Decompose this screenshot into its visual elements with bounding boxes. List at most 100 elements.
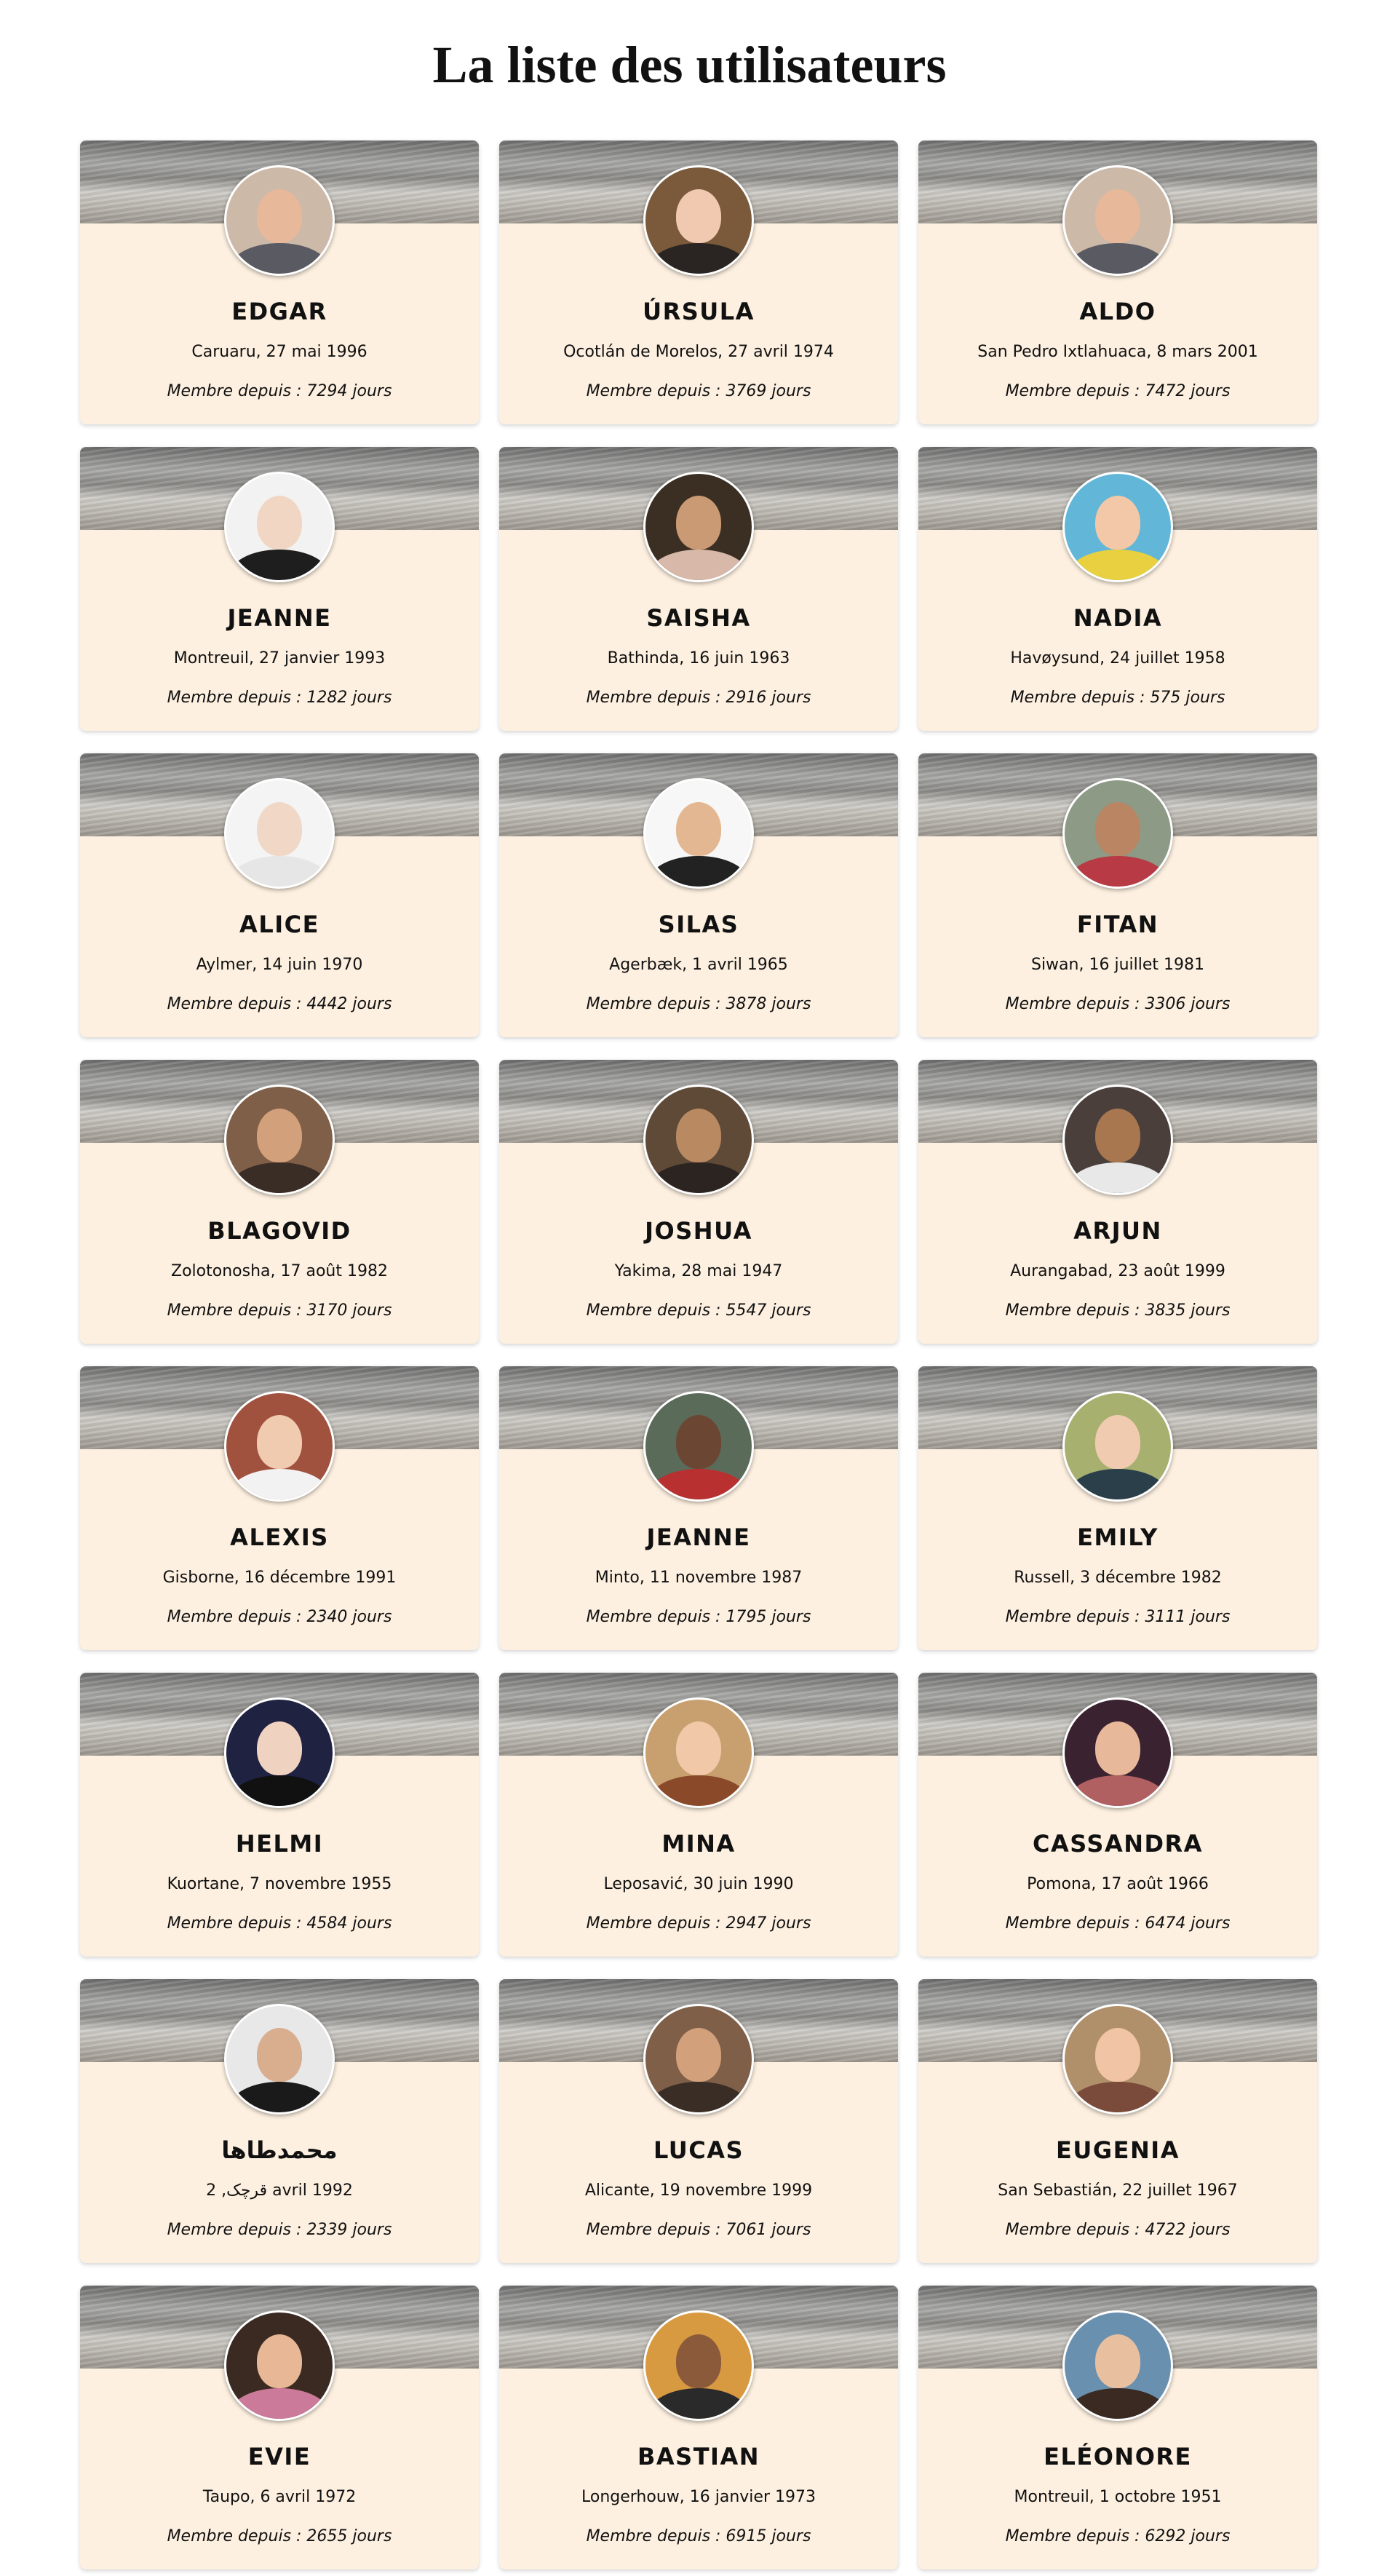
user-name: ARJUN: [1073, 1217, 1162, 1245]
user-birthplace-date: Havøysund, 24 juillet 1958: [1010, 649, 1225, 667]
user-avatar: [643, 1391, 754, 1502]
user-card[interactable]: ELÉONORE Montreuil, 1 octobre 1951 Membr…: [918, 2286, 1317, 2569]
user-birthplace-date: Zolotonosha, 17 août 1982: [171, 1262, 388, 1280]
user-birthplace-date: Bathinda, 16 juin 1963: [607, 649, 790, 667]
user-avatar: [1062, 1391, 1173, 1502]
user-name: HELMI: [235, 1830, 324, 1858]
avatar-head: [1095, 189, 1140, 243]
avatar-head: [676, 802, 721, 856]
user-avatar: [643, 778, 754, 889]
avatar-shoulders: [1068, 1162, 1167, 1193]
avatar-shoulders: [649, 1469, 748, 1499]
user-member-since: Membre depuis : 7472 jours: [1005, 382, 1231, 400]
user-member-since: Membre depuis : 7294 jours: [167, 382, 392, 400]
avatar-head: [257, 1721, 302, 1775]
avatar-head: [676, 1109, 721, 1162]
user-card[interactable]: EMILY Russell, 3 décembre 1982 Membre de…: [918, 1366, 1317, 1650]
user-card[interactable]: BASTIAN Longerhouw, 16 janvier 1973 Memb…: [499, 2286, 898, 2569]
avatar-shoulders: [230, 2388, 329, 2419]
user-name: ALDO: [1079, 298, 1156, 325]
user-member-since: Membre depuis : 5547 jours: [586, 1301, 811, 1320]
user-card[interactable]: محمدطاها قرچک, 2 avril 1992 Membre depui…: [80, 1979, 479, 2263]
avatar-head: [257, 2334, 302, 2388]
user-name: JOSHUA: [645, 1217, 752, 1245]
user-avatar: [643, 2004, 754, 2115]
user-card[interactable]: JEANNE Minto, 11 novembre 1987 Membre de…: [499, 1366, 898, 1650]
user-name: محمدطاها: [221, 2136, 338, 2164]
user-member-since: Membre depuis : 1795 jours: [586, 1608, 811, 1626]
user-birthplace-date: Montreuil, 1 octobre 1951: [1014, 2488, 1222, 2506]
user-member-since: Membre depuis : 7061 jours: [586, 2221, 811, 2239]
user-birthplace-date: Aylmer, 14 juin 1970: [196, 956, 363, 974]
user-avatar: [224, 472, 335, 582]
user-card[interactable]: ALEXIS Gisborne, 16 décembre 1991 Membre…: [80, 1366, 479, 1650]
page-title: La liste des utilisateurs: [432, 36, 947, 94]
user-card[interactable]: EUGENIA San Sebastián, 22 juillet 1967 M…: [918, 1979, 1317, 2263]
user-name: MINA: [661, 1830, 736, 1858]
user-card[interactable]: EDGAR Caruaru, 27 mai 1996 Membre depuis…: [80, 140, 479, 424]
user-card[interactable]: ALDO San Pedro Ixtlahuaca, 8 mars 2001 M…: [918, 140, 1317, 424]
avatar-shoulders: [649, 2388, 748, 2419]
avatar-shoulders: [230, 1775, 329, 1806]
user-card[interactable]: MINA Leposavić, 30 juin 1990 Membre depu…: [499, 1673, 898, 1957]
user-avatar: [1062, 1085, 1173, 1195]
user-name: EDGAR: [231, 298, 327, 325]
user-avatar: [224, 1085, 335, 1195]
user-name: CASSANDRA: [1033, 1830, 1203, 1858]
user-card[interactable]: LUCAS Alicante, 19 novembre 1999 Membre …: [499, 1979, 898, 2263]
avatar-shoulders: [230, 856, 329, 887]
user-avatar: [224, 2310, 335, 2421]
user-avatar: [224, 1391, 335, 1502]
user-card[interactable]: NADIA Havøysund, 24 juillet 1958 Membre …: [918, 447, 1317, 731]
avatar-head: [1095, 1415, 1140, 1469]
user-avatar: [643, 1697, 754, 1808]
user-birthplace-date: Gisborne, 16 décembre 1991: [162, 1569, 397, 1587]
user-card[interactable]: JOSHUA Yakima, 28 mai 1947 Membre depuis…: [499, 1060, 898, 1344]
user-member-since: Membre depuis : 2947 jours: [586, 1914, 811, 1933]
avatar-shoulders: [649, 243, 748, 274]
avatar-head: [257, 802, 302, 856]
user-card[interactable]: SAISHA Bathinda, 16 juin 1963 Membre dep…: [499, 447, 898, 731]
user-member-since: Membre depuis : 4442 jours: [167, 995, 392, 1013]
user-avatar: [1062, 778, 1173, 889]
user-card[interactable]: SILAS Agerbæk, 1 avril 1965 Membre depui…: [499, 753, 898, 1037]
user-card[interactable]: ARJUN Aurangabad, 23 août 1999 Membre de…: [918, 1060, 1317, 1344]
user-card[interactable]: EVIE Taupo, 6 avril 1972 Membre depuis :…: [80, 2286, 479, 2569]
avatar-shoulders: [230, 1162, 329, 1193]
avatar-shoulders: [1068, 243, 1167, 274]
user-avatar: [643, 165, 754, 276]
user-birthplace-date: Ocotlán de Morelos, 27 avril 1974: [563, 343, 834, 361]
user-birthplace-date: Taupo, 6 avril 1972: [202, 2488, 357, 2506]
avatar-head: [676, 496, 721, 550]
user-card[interactable]: HELMI Kuortane, 7 novembre 1955 Membre d…: [80, 1673, 479, 1957]
user-birthplace-date: Minto, 11 novembre 1987: [595, 1569, 803, 1587]
avatar-head: [676, 2334, 721, 2388]
avatar-shoulders: [649, 1775, 748, 1806]
avatar-head: [257, 2028, 302, 2082]
avatar-head: [1095, 2028, 1140, 2082]
user-card[interactable]: FITAN Siwan, 16 juillet 1981 Membre depu…: [918, 753, 1317, 1037]
user-birthplace-date: Montreuil, 27 janvier 1993: [173, 649, 386, 667]
user-avatar: [643, 2310, 754, 2421]
user-birthplace-date: Longerhouw, 16 janvier 1973: [581, 2488, 816, 2506]
user-member-since: Membre depuis : 2339 jours: [167, 2221, 392, 2239]
avatar-shoulders: [1068, 550, 1167, 580]
user-card[interactable]: ALICE Aylmer, 14 juin 1970 Membre depuis…: [80, 753, 479, 1037]
user-avatar: [643, 1085, 754, 1195]
user-birthplace-date: San Pedro Ixtlahuaca, 8 mars 2001: [977, 343, 1258, 361]
user-member-since: Membre depuis : 6474 jours: [1005, 1914, 1231, 1933]
user-name: NADIA: [1073, 604, 1163, 632]
user-avatar: [1062, 2004, 1173, 2115]
user-name: JEANNE: [227, 604, 332, 632]
user-card[interactable]: JEANNE Montreuil, 27 janvier 1993 Membre…: [80, 447, 479, 731]
avatar-shoulders: [230, 1469, 329, 1499]
avatar-head: [676, 1721, 721, 1775]
avatar-head: [1095, 802, 1140, 856]
user-card[interactable]: BLAGOVID Zolotonosha, 17 août 1982 Membr…: [80, 1060, 479, 1344]
avatar-shoulders: [1068, 1469, 1167, 1499]
user-birthplace-date: Agerbæk, 1 avril 1965: [609, 956, 788, 974]
avatar-shoulders: [1068, 2388, 1167, 2419]
user-card[interactable]: CASSANDRA Pomona, 17 août 1966 Membre de…: [918, 1673, 1317, 1957]
user-card[interactable]: ÚRSULA Ocotlán de Morelos, 27 avril 1974…: [499, 140, 898, 424]
avatar-head: [676, 1415, 721, 1469]
